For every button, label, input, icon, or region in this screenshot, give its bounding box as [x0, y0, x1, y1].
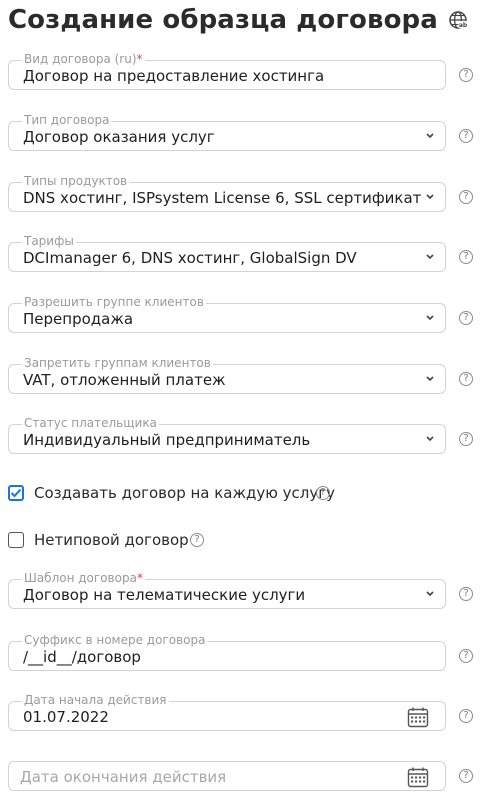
help-icon[interactable]: ?	[459, 649, 473, 663]
contract-suffix-label: Суффикс в номере договора	[22, 633, 208, 647]
per-service-contract-checkbox-row[interactable]: Создавать договор на каждую услугу	[8, 484, 335, 502]
per-service-contract-label: Создавать договор на каждую услугу	[34, 484, 336, 502]
product-types-value: DNS хостинг, ISPsystem License 6, SSL се…	[23, 189, 422, 207]
tariffs-select[interactable]: Тарифы DCImanager 6, DNS хостинг, Global…	[8, 234, 446, 272]
help-icon[interactable]: ?	[459, 587, 473, 601]
start-date-field[interactable]: Дата начала действия 01.07.2022	[8, 693, 446, 731]
contract-type-value: Договор оказания услуг	[23, 128, 215, 146]
non-standard-contract-checkbox[interactable]	[8, 532, 24, 548]
deny-client-groups-value: VAT, отложенный платеж	[23, 371, 226, 389]
deny-client-groups-label: Запретить группам клиентов	[22, 356, 213, 370]
end-date-field[interactable]: Дата окончания действия	[8, 761, 446, 791]
tariffs-value: DCImanager 6, DNS хостинг, GlobalSign DV	[23, 249, 357, 267]
end-date-placeholder: Дата окончания действия	[20, 768, 227, 786]
chevron-down-icon	[426, 436, 434, 442]
payer-status-select[interactable]: Статус плательщика Индивидуальный предпр…	[8, 416, 446, 454]
calendar-icon[interactable]	[407, 766, 429, 788]
chevron-down-icon	[426, 194, 434, 200]
contract-template-value: Договор на телематические услуги	[23, 586, 306, 604]
contract-suffix-value: /__id__/договор	[23, 648, 141, 666]
product-types-label: Типы продуктов	[22, 174, 130, 188]
contract-kind-label: Вид договора (ru)*	[22, 52, 145, 66]
non-standard-contract-label: Нетиповой договор	[34, 531, 189, 549]
deny-client-groups-select[interactable]: Запретить группам клиентов VAT, отложенн…	[8, 356, 446, 394]
check-icon	[10, 488, 22, 498]
payer-status-label: Статус плательщика	[22, 416, 159, 430]
contract-type-label: Тип договора	[22, 113, 112, 127]
page-title: Создание образца договора	[8, 5, 438, 35]
help-icon[interactable]: ?	[459, 709, 473, 723]
svg-text:ab: ab	[459, 22, 468, 29]
contract-suffix-field[interactable]: Суффикс в номере договора /__id__/догово…	[8, 633, 446, 671]
help-icon[interactable]: ?	[459, 769, 473, 783]
allow-client-group-value: Перепродажа	[23, 310, 134, 328]
chevron-down-icon	[426, 133, 434, 139]
calendar-icon[interactable]	[407, 706, 429, 728]
product-types-select[interactable]: Типы продуктов DNS хостинг, ISPsystem Li…	[8, 174, 446, 212]
help-icon[interactable]: ?	[459, 129, 473, 143]
contract-template-select[interactable]: Шаблон договора* Договор на телематическ…	[8, 571, 446, 609]
contract-template-label: Шаблон договора*	[22, 571, 145, 585]
start-date-label: Дата начала действия	[22, 693, 169, 707]
start-date-value: 01.07.2022	[23, 708, 109, 726]
non-standard-contract-checkbox-row[interactable]: Нетиповой договор	[8, 531, 189, 549]
contract-kind-field[interactable]: Вид договора (ru)* Договор на предоставл…	[8, 52, 446, 90]
payer-status-value: Индивидуальный предприниматель	[23, 431, 311, 449]
help-icon[interactable]: ?	[459, 311, 473, 325]
help-icon[interactable]: ?	[190, 533, 204, 547]
page-header: Создание образца договора ab	[8, 2, 468, 38]
contract-type-select[interactable]: Тип договора Договор оказания услуг	[8, 113, 446, 151]
help-icon[interactable]: ?	[459, 372, 473, 386]
allow-client-group-select[interactable]: Разрешить группе клиентов Перепродажа	[8, 295, 446, 333]
tariffs-label: Тарифы	[22, 234, 76, 248]
globe-icon[interactable]: ab	[448, 10, 468, 30]
help-icon[interactable]: ?	[459, 68, 473, 82]
per-service-contract-checkbox[interactable]	[8, 485, 24, 501]
contract-kind-value: Договор на предоставление хостинга	[23, 67, 325, 85]
help-icon[interactable]: ?	[459, 432, 473, 446]
help-icon[interactable]: ?	[459, 250, 473, 264]
chevron-down-icon	[426, 254, 434, 260]
help-icon[interactable]: ?	[316, 486, 330, 500]
allow-client-group-label: Разрешить группе клиентов	[22, 295, 206, 309]
chevron-down-icon	[426, 315, 434, 321]
chevron-down-icon	[426, 376, 434, 382]
help-icon[interactable]: ?	[459, 190, 473, 204]
chevron-down-icon	[426, 591, 434, 597]
